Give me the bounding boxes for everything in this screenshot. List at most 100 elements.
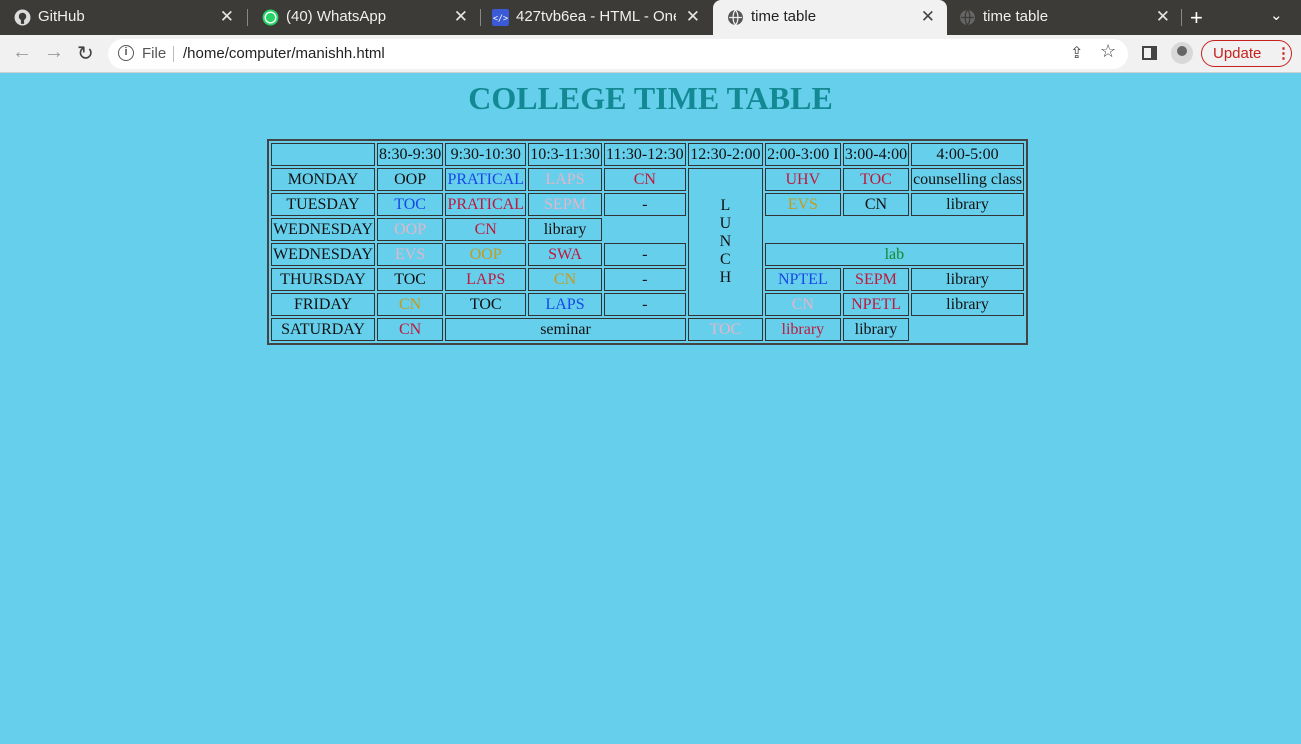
header-cell: 4:00-5:00 (911, 143, 1024, 166)
url-text[interactable]: /home/computer/manishh.html (183, 45, 385, 62)
forward-arrow-icon[interactable]: → (44, 41, 64, 64)
class-cell: UHV (764, 168, 841, 191)
header-cell: 2:00-3:00 I (764, 143, 841, 166)
class-cell: CN (445, 218, 527, 241)
tab-label: (40) WhatsApp (286, 8, 387, 25)
header-cell (271, 143, 375, 166)
update-button[interactable]: Update ⋮ (1201, 40, 1292, 67)
class-cell: TOC (687, 318, 763, 341)
lunch-letter: C (720, 251, 731, 268)
scheme-label: File (142, 45, 167, 62)
empty-cell (604, 218, 686, 241)
empty-cell (911, 318, 1024, 341)
table-row: TUESDAY TOC PRATICAL SEPM - EVS CN libra… (271, 193, 1024, 216)
class-cell: SWA (528, 243, 602, 266)
class-cell: OOP (377, 168, 444, 191)
header-cell: 10:3-11:30 (528, 143, 602, 166)
close-icon[interactable]: ✕ (220, 7, 234, 27)
class-cell: OOP (377, 218, 444, 241)
table-row: FRIDAY CN TOC LAPS - CN NPETL library (271, 293, 1024, 316)
day-cell: WEDNESDAY (271, 243, 375, 266)
header-cell: 9:30-10:30 (445, 143, 527, 166)
address-bar[interactable]: i File /home/computer/manishh.html ⇪ ☆ (108, 39, 1128, 69)
class-cell: TOC (842, 168, 910, 191)
class-cell: LAPS (528, 168, 602, 191)
lunch-letter: U (719, 215, 732, 232)
table-row: SATURDAY CN seminar TOC library library (271, 318, 1024, 341)
class-cell: - (603, 268, 686, 291)
profile-avatar-icon[interactable] (1171, 42, 1193, 64)
tab-strip: GitHub ✕ (40) WhatsApp ✕ </> 427tvb6ea -… (0, 0, 1301, 35)
table-row: WEDNESDAY OOP CN library (271, 218, 1024, 241)
tab-label: 427tvb6ea - HTML - OneC (516, 8, 676, 25)
tab-time-table-active[interactable]: time table ✕ (713, 0, 947, 35)
header-cell: 12:30-2:00 (687, 143, 763, 166)
reload-icon[interactable]: ↻ (77, 41, 94, 66)
tab-time-table[interactable]: time table ✕ (945, 0, 1182, 35)
class-cell: PRATICAL (445, 193, 527, 216)
class-cell: library (911, 193, 1024, 216)
tab-onecompiler[interactable]: </> 427tvb6ea - HTML - OneC ✕ (478, 0, 712, 35)
tab-whatsapp[interactable]: (40) WhatsApp ✕ (248, 0, 480, 35)
chevron-down-icon[interactable]: ⌄ (1270, 6, 1283, 24)
table-row: MONDAY OOP PRATICAL LAPS CN L U N C H UH… (271, 168, 1024, 316)
close-icon[interactable]: ✕ (921, 7, 935, 27)
class-cell: NPTEL (764, 268, 841, 291)
divider (173, 46, 174, 62)
tab-label: time table (751, 8, 817, 25)
day-cell: MONDAY (271, 168, 375, 191)
class-cell: LAPS (445, 268, 527, 291)
class-cell: TOC (377, 193, 444, 216)
close-icon[interactable]: ✕ (1156, 7, 1170, 27)
class-cell: library (528, 218, 602, 241)
back-arrow-icon[interactable]: ← (12, 41, 32, 64)
header-cell: 8:30-9:30 (377, 143, 444, 166)
globe-icon (960, 9, 975, 26)
day-cell: THURSDAY (271, 268, 375, 291)
lunch-cell: L U N C H (687, 168, 763, 316)
class-cell: CN (377, 318, 444, 341)
close-icon[interactable]: ✕ (454, 7, 468, 27)
page-title: COLLEGE TIME TABLE (468, 80, 833, 116)
class-cell: CN (603, 168, 686, 191)
class-cell: library (911, 293, 1024, 316)
lunch-letter: N (719, 233, 732, 250)
new-tab-plus-icon[interactable]: + (1190, 5, 1203, 31)
lunch-letter: H (719, 269, 732, 286)
header-row: 8:30-9:30 9:30-10:30 10:3-11:30 11:30-12… (271, 143, 1024, 166)
class-cell: library (764, 318, 841, 341)
whatsapp-icon (262, 9, 279, 26)
kebab-menu-icon[interactable]: ⋮ (1276, 44, 1291, 62)
class-cell: EVS (764, 193, 841, 216)
tab-label: time table (983, 8, 1049, 25)
info-icon[interactable]: i (118, 45, 134, 61)
class-cell: OOP (445, 243, 527, 266)
lab-cell: lab (764, 243, 1024, 266)
tab-separator (1181, 9, 1182, 26)
class-cell: library (911, 268, 1024, 291)
code-icon: </> (492, 9, 509, 26)
empty-cell (843, 218, 909, 241)
class-cell: SEPM (528, 193, 602, 216)
class-cell: library (842, 318, 910, 341)
close-icon[interactable]: ✕ (686, 7, 700, 27)
class-cell: LAPS (528, 293, 602, 316)
class-cell: TOC (377, 268, 444, 291)
empty-cell (911, 218, 1024, 241)
share-icon[interactable]: ⇪ (1070, 43, 1083, 63)
class-cell: - (603, 293, 686, 316)
class-cell: NPETL (842, 293, 910, 316)
class-cell: TOC (445, 293, 527, 316)
tab-github[interactable]: GitHub ✕ (0, 0, 246, 35)
side-panel-icon[interactable] (1142, 46, 1157, 60)
table-row: WEDNESDAY EVS OOP SWA - lab (271, 243, 1024, 266)
time-table: 8:30-9:30 9:30-10:30 10:3-11:30 11:30-12… (267, 139, 1028, 345)
empty-cell (765, 218, 841, 241)
class-cell: counselling class (911, 168, 1024, 191)
class-cell: PRATICAL (445, 168, 527, 191)
lunch-letter: L (720, 197, 731, 214)
bookmark-star-icon[interactable]: ☆ (1100, 41, 1116, 62)
day-cell: WEDNESDAY (271, 218, 375, 241)
svg-text:</>: </> (493, 14, 508, 24)
day-cell: FRIDAY (271, 293, 375, 316)
